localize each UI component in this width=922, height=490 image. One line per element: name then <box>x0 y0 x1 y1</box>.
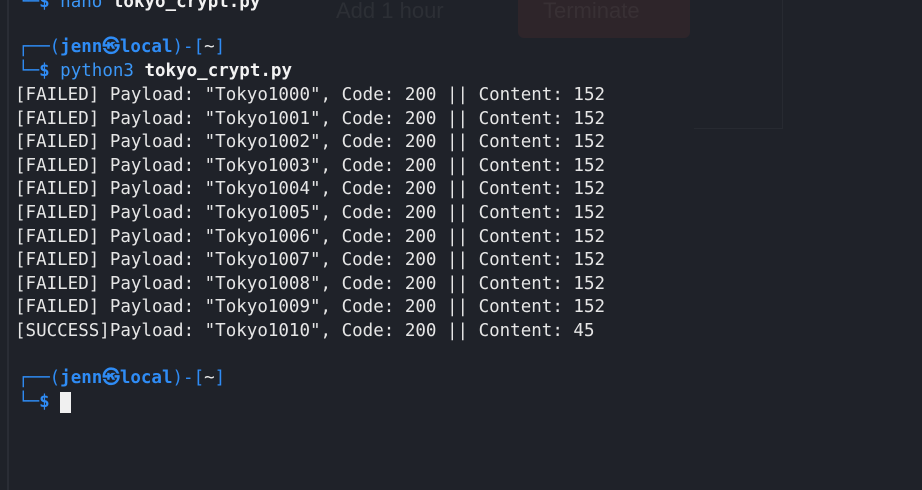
prompt-host: local <box>119 37 173 57</box>
prompt-at-icon: ㉿ <box>102 368 120 388</box>
output-line: [FAILED] Payload: "Tokyo1008", Code: 200… <box>15 274 606 294</box>
command-name: python3 <box>60 61 134 81</box>
command-arg: tokyo_crypt.py <box>144 61 292 81</box>
prompt-user: jenn <box>60 37 103 57</box>
ghost-terminate-button: Terminate <box>543 0 640 23</box>
output-line: [FAILED] Payload: "Tokyo1001", Code: 200… <box>15 109 606 129</box>
output-line: [FAILED] Payload: "Tokyo1005", Code: 200… <box>15 203 606 223</box>
output-line: [FAILED] Payload: "Tokyo1002", Code: 200… <box>15 132 606 152</box>
prompt-header-1: ┌──(jenn㉿local)-[~] <box>18 37 226 57</box>
text-cursor <box>59 391 71 413</box>
output-line: [FAILED] Payload: "Tokyo1007", Code: 200… <box>15 250 606 270</box>
output-line: [FAILED] Payload: "Tokyo1003", Code: 200… <box>15 156 606 176</box>
prompt-header-2: ┌──(jenn㉿local)-[~] <box>18 368 226 388</box>
ghost-panel <box>694 0 783 129</box>
output-line-success: [SUCCESS]Payload: "Tokyo1010", Code: 200… <box>15 321 595 341</box>
output-line: [FAILED] Payload: "Tokyo1000", Code: 200… <box>15 85 606 105</box>
command-line-1: └─$ python3 tokyo_crypt.py <box>18 61 292 81</box>
output-line: [FAILED] Payload: "Tokyo1006", Code: 200… <box>15 227 606 247</box>
prompt-dollar: $ <box>39 61 50 81</box>
output-line: [FAILED] Payload: "Tokyo1009", Code: 200… <box>15 297 606 317</box>
prompt-at-icon: ㉿ <box>102 37 120 57</box>
previous-command-line: └─$ nano tokyo_crypt.py <box>18 0 261 12</box>
ghost-add-hour-button: Add 1 hour <box>336 0 444 23</box>
terminal-left-border <box>7 0 9 490</box>
prompt-dir: ~ <box>204 37 215 57</box>
output-line: [FAILED] Payload: "Tokyo1004", Code: 200… <box>15 179 606 199</box>
command-input-line[interactable]: └─$ <box>18 390 71 414</box>
terminal-window[interactable]: Add 1 hour Terminate └─$ nano tokyo_cryp… <box>0 0 922 490</box>
